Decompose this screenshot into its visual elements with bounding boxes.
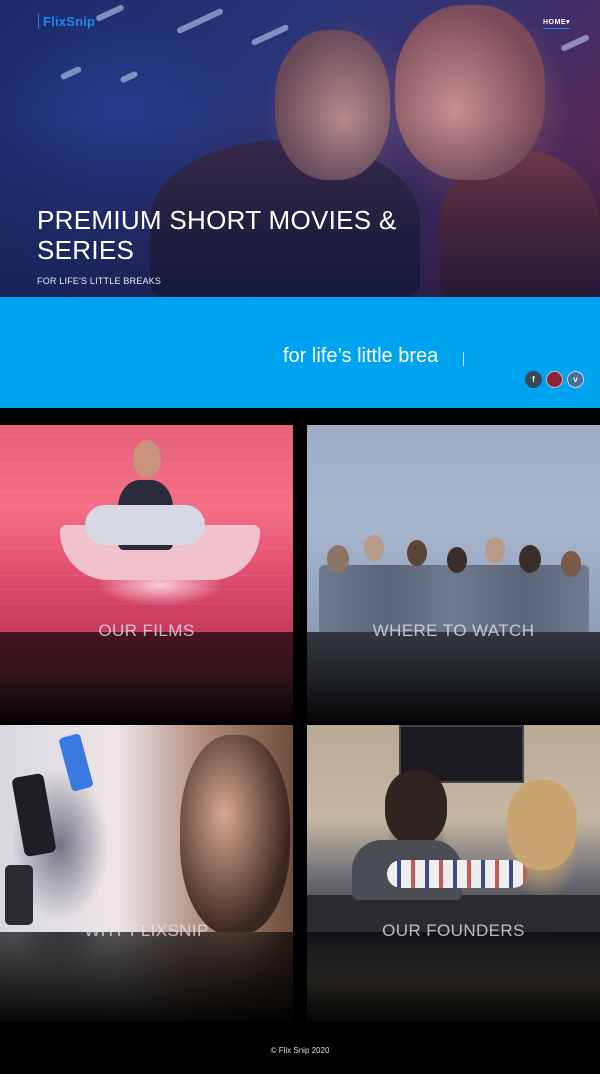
copyright-text: © Flix Snip 2020: [270, 1046, 330, 1055]
hero-banner: FlixSnip HOME▾ PREMIUM SHORT MOVIES & SE…: [0, 0, 600, 297]
hero-subtitle: FOR LIFE'S LITTLE BREAKS: [37, 276, 162, 286]
tile-reflection: [0, 932, 293, 1022]
tile-label: WHERE TO WATCH: [372, 621, 535, 640]
instagram-icon[interactable]: [546, 371, 563, 388]
hero-title: PREMIUM SHORT MOVIES & SERIES: [37, 205, 397, 265]
tile-image: [307, 725, 600, 935]
tile-reflection: [307, 632, 600, 722]
tile-our-films[interactable]: OUR FILMS: [0, 425, 293, 722]
logo[interactable]: FlixSnip: [38, 14, 95, 29]
tagline-banner: for life’s little brea f v: [0, 297, 600, 408]
tile-where-to-watch[interactable]: WHERE TO WATCH: [307, 425, 600, 722]
tile-label: WHY FLIXSNIP: [84, 921, 209, 940]
facebook-icon[interactable]: f: [525, 371, 542, 388]
tile-label: OUR FOUNDERS: [382, 921, 525, 940]
tile-image: [307, 425, 600, 635]
vimeo-icon[interactable]: v: [567, 371, 584, 388]
tile-our-founders[interactable]: OUR FOUNDERS: [307, 725, 600, 1022]
tile-why-flixsnip[interactable]: WHY FLIXSNIP: [0, 725, 293, 1022]
tile-image: [0, 725, 293, 935]
typing-cursor: [463, 352, 464, 366]
tile-reflection: [0, 632, 293, 722]
typing-tagline: for life’s little brea: [283, 345, 439, 367]
tile-reflection: [307, 932, 600, 1022]
tile-label: OUR FILMS: [98, 621, 195, 640]
nav-home-link[interactable]: HOME▾: [542, 18, 570, 29]
nav-home-label: HOME: [542, 19, 566, 26]
tile-image: [0, 425, 293, 632]
chevron-down-icon: ▾: [565, 19, 570, 26]
